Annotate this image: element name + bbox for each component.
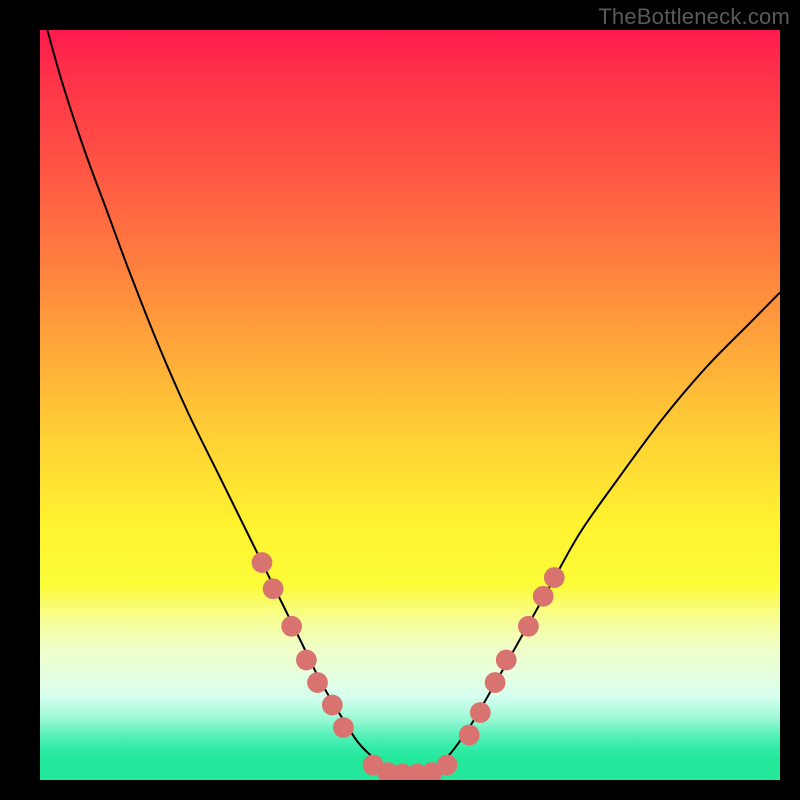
- marker-group: [252, 552, 565, 780]
- data-marker: [437, 755, 458, 776]
- data-marker: [459, 725, 480, 746]
- chart-container: TheBottleneck.com: [0, 0, 800, 800]
- data-marker: [322, 695, 343, 716]
- data-marker: [281, 616, 302, 637]
- data-marker: [544, 567, 565, 588]
- bottleneck-curve: [47, 30, 780, 773]
- watermark-text: TheBottleneck.com: [598, 4, 790, 30]
- data-marker: [470, 702, 491, 723]
- plot-area: [40, 30, 780, 780]
- data-marker: [333, 717, 354, 738]
- data-marker: [307, 672, 328, 693]
- data-marker: [485, 672, 506, 693]
- data-marker: [252, 552, 273, 573]
- data-marker: [496, 650, 517, 671]
- data-marker: [533, 586, 554, 607]
- data-marker: [296, 650, 317, 671]
- data-marker: [518, 616, 539, 637]
- data-marker: [263, 578, 284, 599]
- chart-svg: [40, 30, 780, 780]
